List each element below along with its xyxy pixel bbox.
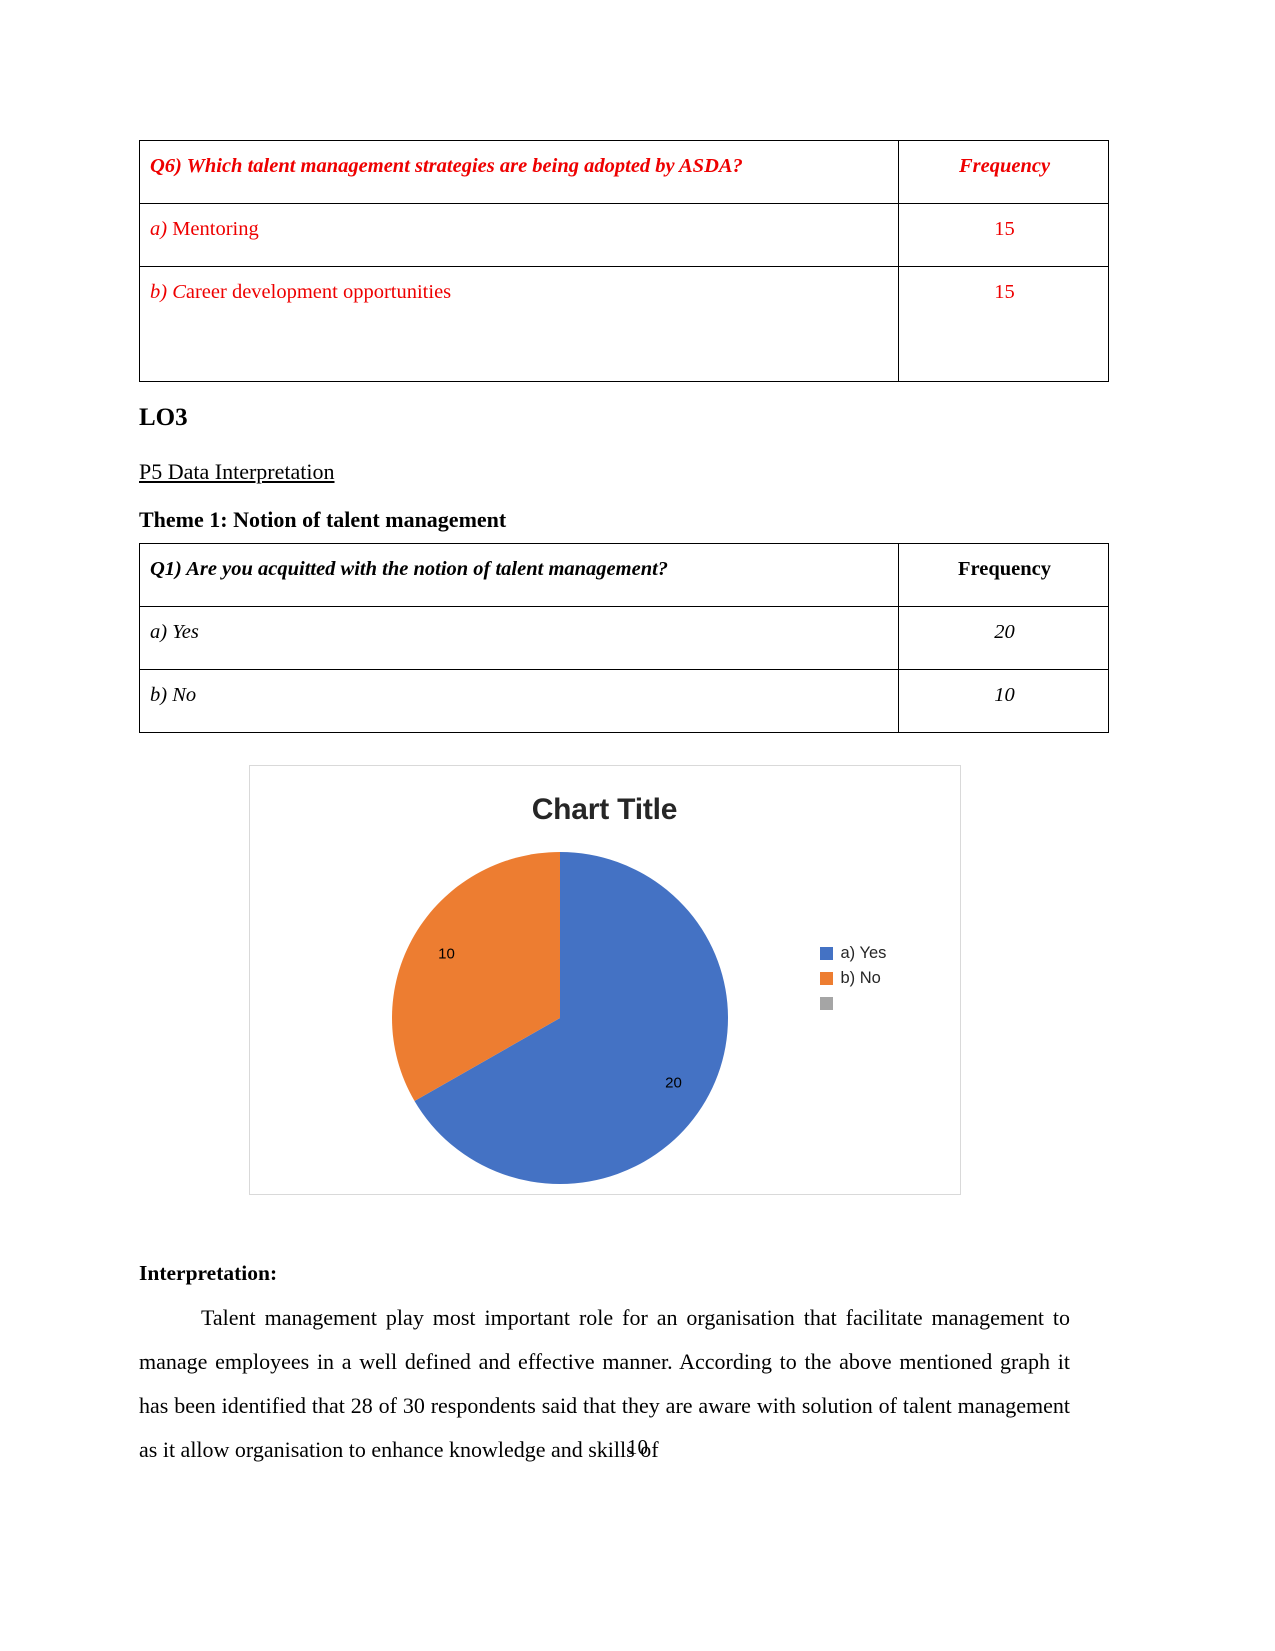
heading-p5-data-interpretation: P5 Data Interpretation bbox=[139, 458, 335, 484]
q6-option-b-cell: b) Career development opportunities bbox=[139, 266, 899, 382]
pie-slice-label-a-yes: 20 bbox=[665, 1074, 682, 1091]
q6-header-cell: Q6) Which talent management strategies a… bbox=[139, 140, 899, 204]
legend-item-empty[interactable] bbox=[819, 991, 936, 1016]
q1-frequency-label: Frequency bbox=[957, 557, 1051, 580]
pie-slice-label-b-no: 10 bbox=[438, 945, 455, 962]
q1-option-a-frequency: 20 bbox=[994, 620, 1015, 643]
document-page: Q6) Which talent management strategies a… bbox=[0, 0, 1275, 1651]
q6-question-text: Q6) Which talent management strategies a… bbox=[150, 155, 743, 177]
q6-frequency-header-cell: Frequency bbox=[898, 140, 1109, 204]
table-row: a) Mentoring 15 bbox=[139, 203, 1109, 267]
heading-lo3: LO3 bbox=[139, 404, 188, 431]
pie-slices bbox=[391, 851, 728, 1184]
chart-container: Chart Title 20 10 a) Yes b) No bbox=[139, 764, 1070, 1195]
q6-option-b-frequency: 15 bbox=[994, 281, 1015, 303]
q6-option-b-frequency-cell: 15 bbox=[898, 266, 1109, 382]
table-row-header: Q6) Which talent management strategies a… bbox=[139, 140, 1109, 204]
q1-header-cell: Q1) Are you acquitted with the notion of… bbox=[139, 542, 899, 607]
legend-swatch-icon bbox=[819, 971, 833, 985]
q1-option-b-frequency: 10 bbox=[994, 683, 1015, 706]
table-q6: Q6) Which talent management strategies a… bbox=[139, 140, 1109, 382]
chart-legend: a) Yes b) No bbox=[819, 941, 936, 1016]
legend-item-b-no[interactable]: b) No bbox=[819, 966, 936, 991]
q1-option-a-cell: a) Yes bbox=[139, 605, 899, 670]
q1-frequency-header-cell: Frequency bbox=[898, 542, 1109, 607]
q1-option-b-cell: b) No bbox=[139, 668, 899, 733]
q6-option-a-text: Mentoring bbox=[167, 218, 259, 240]
q1-option-b-frequency-cell: 10 bbox=[898, 668, 1109, 733]
table-row: b) No 10 bbox=[139, 668, 1109, 733]
page-content: Q6) Which talent management strategies a… bbox=[139, 140, 1109, 1472]
q1-option-a-frequency-cell: 20 bbox=[898, 605, 1109, 670]
heading-interpretation: Interpretation: bbox=[139, 1260, 278, 1285]
legend-item-a-yes[interactable]: a) Yes bbox=[819, 941, 936, 966]
legend-label-a-yes: a) Yes bbox=[840, 943, 887, 962]
page-number: 10 bbox=[627, 1435, 648, 1459]
table-q1: Q1) Are you acquitted with the notion of… bbox=[139, 542, 1109, 733]
q6-option-b-lead: b) C bbox=[150, 281, 186, 303]
q1-option-b-text: b) No bbox=[150, 683, 197, 706]
q6-option-a-lead: a) bbox=[150, 218, 168, 240]
q1-option-a-text: a) Yes bbox=[150, 620, 199, 643]
chart-title: Chart Title bbox=[531, 792, 678, 826]
legend-label-b-no: b) No bbox=[840, 968, 881, 987]
q6-option-a-frequency-cell: 15 bbox=[898, 203, 1109, 267]
pie-plot-area: 20 10 bbox=[390, 851, 730, 1185]
q1-question-text: Q1) Are you acquitted with the notion of… bbox=[150, 557, 669, 580]
table-row-header: Q1) Are you acquitted with the notion of… bbox=[139, 542, 1109, 607]
q6-option-b-text: areer development opportunities bbox=[185, 281, 452, 303]
legend-swatch-icon bbox=[819, 996, 833, 1010]
q6-frequency-label: Frequency bbox=[958, 155, 1051, 177]
pie-svg: 20 10 bbox=[391, 851, 728, 1184]
table-row: b) Career development opportunities 15 bbox=[139, 266, 1109, 382]
legend-swatch-icon bbox=[819, 946, 833, 960]
table-row: a) Yes 20 bbox=[139, 605, 1109, 670]
heading-theme-1: Theme 1: Notion of talent management bbox=[139, 506, 507, 532]
q6-option-a-frequency: 15 bbox=[994, 218, 1015, 240]
pie-chart[interactable]: Chart Title 20 10 a) Yes b) No bbox=[248, 764, 961, 1195]
q6-option-a-cell: a) Mentoring bbox=[139, 203, 899, 267]
